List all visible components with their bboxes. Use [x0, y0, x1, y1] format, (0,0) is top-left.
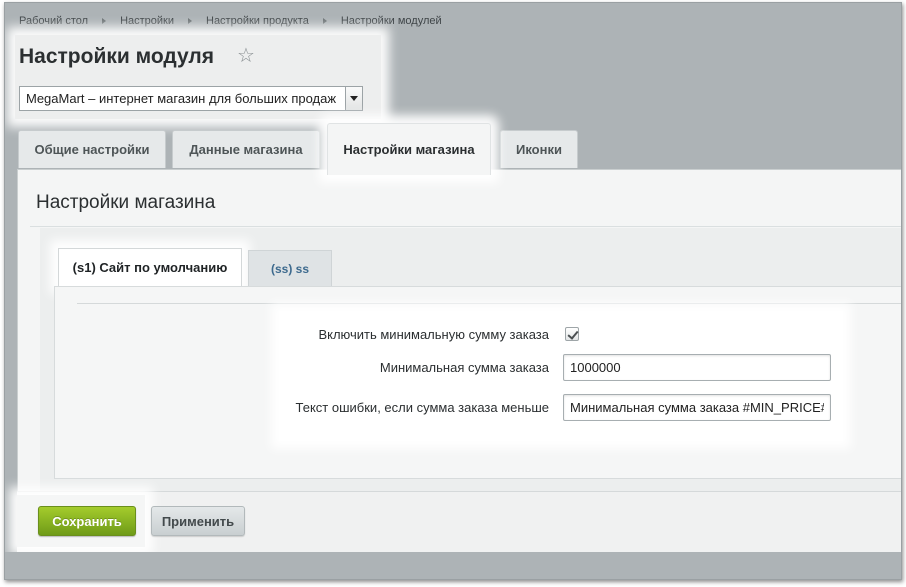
- subtab-site-ss[interactable]: (ss) ss: [248, 250, 332, 286]
- form-row-min-order-enable: Включить минимальную сумму заказа: [279, 321, 843, 349]
- chevron-right-icon: [322, 18, 327, 24]
- save-button[interactable]: Сохранить: [38, 506, 136, 536]
- apply-button[interactable]: Применить: [151, 506, 245, 536]
- panel-title: Настройки магазина: [36, 192, 216, 213]
- site-select[interactable]: MegaMart – интернет магазин для больших …: [19, 86, 363, 111]
- divider: [77, 303, 901, 304]
- min-order-sum-input[interactable]: [563, 354, 831, 381]
- form-fields: Включить минимальную сумму заказа Минима…: [279, 311, 843, 441]
- page-title: Настройки модуля: [19, 45, 215, 68]
- chevron-right-icon: [188, 18, 192, 24]
- error-text-label: Текст ошибки, если сумма заказа меньше: [295, 400, 549, 415]
- form-row-min-order-sum: Минимальная сумма заказа: [279, 354, 843, 382]
- site-select-value: MegaMart – интернет магазин для больших …: [26, 91, 337, 106]
- subtab-site-s1[interactable]: (s1) Сайт по умолчанию: [58, 248, 242, 286]
- tab-shop-settings[interactable]: Настройки магазина: [327, 123, 491, 175]
- tab-icons[interactable]: Иконки: [500, 130, 578, 168]
- tab-general-settings[interactable]: Общие настройки: [18, 130, 166, 168]
- breadcrumb-item-desktop[interactable]: Рабочий стол: [19, 15, 88, 27]
- min-order-enable-label: Включить минимальную сумму заказа: [318, 327, 549, 342]
- breadcrumb: Рабочий стол Настройки Настройки продукт…: [19, 15, 442, 27]
- chevron-down-icon[interactable]: [345, 87, 362, 110]
- title-block: Настройки модуля ☆ MegaMart – интернет м…: [15, 35, 381, 119]
- footer-bar: [17, 491, 901, 552]
- tab-shop-data[interactable]: Данные магазина: [172, 130, 320, 168]
- app-window: Рабочий стол Настройки Настройки продукт…: [4, 2, 902, 580]
- breadcrumb-item-settings[interactable]: Настройки: [120, 15, 174, 27]
- bottom-strip: [5, 552, 901, 579]
- breadcrumb-item-module-settings[interactable]: Настройки модулей: [341, 15, 442, 27]
- min-order-sum-label: Минимальная сумма заказа: [379, 360, 549, 375]
- min-order-enable-checkbox[interactable]: [565, 327, 579, 341]
- chevron-right-icon: [102, 18, 107, 24]
- error-text-input[interactable]: [563, 394, 831, 421]
- star-icon[interactable]: ☆: [237, 46, 255, 66]
- form-box: Включить минимальную сумму заказа Минима…: [54, 286, 901, 479]
- breadcrumb-item-product-settings[interactable]: Настройки продукта: [206, 15, 309, 27]
- form-row-error-text: Текст ошибки, если сумма заказа меньше: [279, 394, 843, 422]
- divider: [30, 226, 901, 227]
- site-settings-area: (s1) Сайт по умолчанию (ss) ss Включить …: [40, 228, 901, 493]
